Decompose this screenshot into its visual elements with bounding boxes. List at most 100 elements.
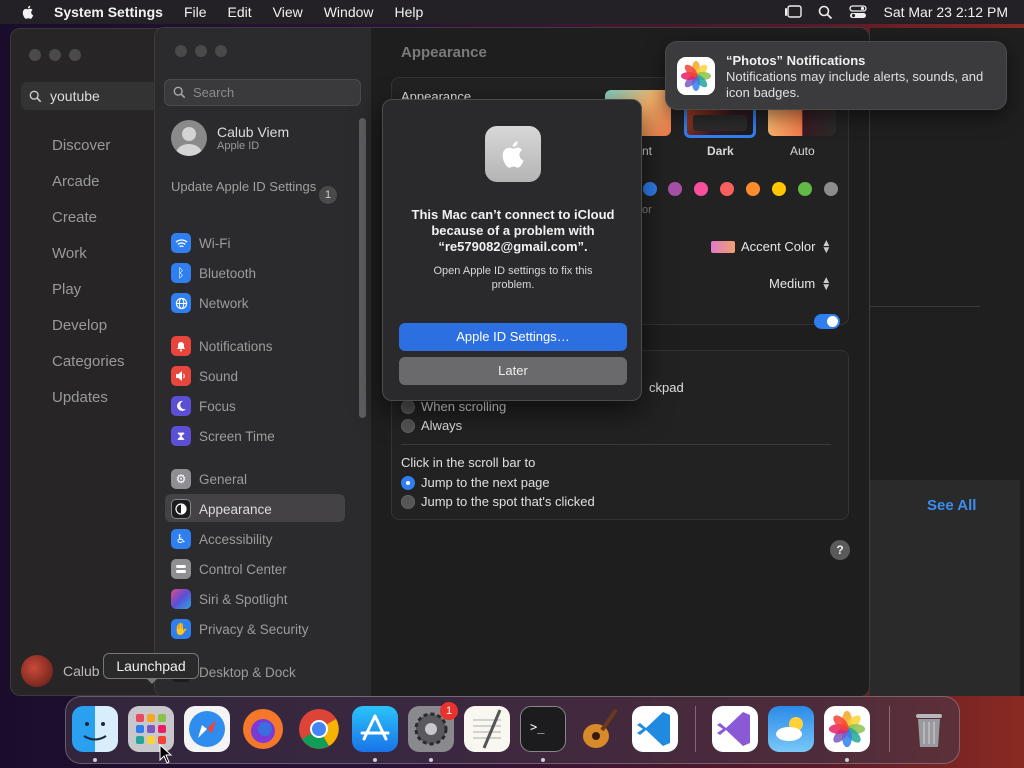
nav-work[interactable]: Work (52, 245, 87, 262)
photos-icon[interactable] (824, 706, 870, 752)
sidebar-item-privacy-security[interactable]: ✋ Privacy & Security (171, 617, 309, 641)
sidebar-scrollbar[interactable] (359, 118, 366, 418)
radio-button[interactable] (401, 494, 415, 509)
terminal-icon[interactable]: >_ (520, 706, 566, 752)
app-store-search-field[interactable]: youtube (21, 82, 161, 110)
nav-updates[interactable]: Updates (52, 389, 108, 406)
wallpaper-tinting-toggle[interactable] (814, 314, 840, 329)
sidebar-item-screen-time[interactable]: ⧗ Screen Time (171, 424, 275, 448)
update-apple-id-item[interactable]: Update Apple ID Settings (171, 179, 321, 195)
menu-edit[interactable]: Edit (228, 4, 252, 20)
accent-swatch-blue[interactable] (643, 182, 657, 196)
sidebar-item-network[interactable]: Network (171, 291, 249, 315)
notification-badge: 1 (440, 702, 458, 720)
menu-help[interactable]: Help (395, 4, 424, 20)
trash-icon[interactable] (906, 706, 952, 752)
sidebar-item-wifi[interactable]: Wi-Fi (171, 231, 230, 255)
visual-studio-icon[interactable] (712, 706, 758, 752)
menu-window[interactable]: Window (324, 4, 374, 20)
chevron-updown-icon: ▲ ▼ (821, 274, 832, 293)
sidebar-item-label: Notifications (199, 338, 273, 354)
chrome-icon[interactable] (296, 706, 342, 752)
finder-icon[interactable] (72, 706, 118, 752)
dark-mode-label: Dark (707, 144, 734, 158)
sidebar-item-notifications[interactable]: Notifications (171, 334, 273, 358)
sidebar-item-control-center[interactable]: Control Center (171, 557, 287, 581)
vscode-icon[interactable] (632, 706, 678, 752)
sidebar-item-general[interactable]: ⚙ General (171, 467, 247, 491)
accent-swatch-pink[interactable] (694, 182, 708, 196)
nav-create[interactable]: Create (52, 209, 97, 226)
weather-icon[interactable] (768, 706, 814, 752)
sidebar-item-label: Privacy & Security (199, 621, 309, 637)
sidebar-item-focus[interactable]: Focus (171, 394, 236, 418)
menu-file[interactable]: File (184, 4, 207, 20)
accent-swatch-yellow[interactable] (772, 182, 786, 196)
radio-button[interactable] (401, 399, 415, 414)
dock-separator (889, 706, 890, 752)
menu-app-name[interactable]: System Settings (54, 4, 163, 20)
dialog-message: Open Apple ID settings to fix this probl… (433, 265, 593, 291)
sidebar-item-appearance[interactable]: Appearance (171, 497, 272, 521)
sidebar-icon-size-select[interactable]: Medium ▲ ▼ (769, 274, 832, 293)
help-button[interactable]: ? (830, 540, 850, 560)
highlight-color-select[interactable]: Accent Color ▲ ▼ (711, 238, 831, 255)
account-button[interactable]: Calub (21, 655, 100, 687)
appearance-icon (171, 499, 191, 519)
siri-icon (171, 589, 191, 609)
nav-categories[interactable]: Categories (52, 353, 125, 370)
sidebar-item-sound[interactable]: Sound (171, 364, 238, 388)
accessibility-icon: ♿ (171, 529, 191, 549)
avatar (171, 120, 207, 156)
moon-icon (171, 396, 191, 416)
accent-swatch-orange[interactable] (746, 182, 760, 196)
settings-search-field[interactable]: Search (164, 79, 361, 106)
nav-develop[interactable]: Develop (52, 317, 107, 334)
accent-swatch-red[interactable] (720, 182, 734, 196)
color-preview-icon (711, 240, 735, 253)
sidebar-item-bluetooth[interactable]: ᛒ Bluetooth (171, 261, 256, 285)
running-indicator (845, 758, 849, 762)
spotlight-search-icon[interactable] (818, 5, 833, 20)
update-badge: 1 (319, 186, 337, 204)
nav-arcade[interactable]: Arcade (52, 173, 100, 190)
accent-swatch-purple[interactable] (668, 182, 682, 196)
window-controls[interactable] (175, 45, 227, 57)
search-placeholder: Search (193, 85, 235, 100)
search-icon (173, 86, 186, 99)
nav-discover[interactable]: Discover (52, 137, 110, 154)
textedit-icon[interactable] (464, 706, 510, 752)
click-option-next-page[interactable]: Jump to the next page (401, 475, 550, 490)
nav-play[interactable]: Play (52, 281, 81, 298)
stage-manager-icon[interactable] (784, 5, 803, 19)
firefox-icon[interactable] (240, 706, 286, 752)
accent-swatch-graphite[interactable] (824, 182, 838, 196)
sidebar-item-siri-spotlight[interactable]: Siri & Spotlight (171, 587, 288, 611)
later-button[interactable]: Later (399, 357, 627, 385)
accent-swatch-green[interactable] (798, 182, 812, 196)
profile-name: Calub Viem (217, 124, 290, 140)
click-option-spot-clicked[interactable]: Jump to the spot that's clicked (401, 494, 595, 509)
apple-id-profile[interactable]: Calub Viem Apple ID (171, 120, 289, 156)
safari-icon[interactable] (184, 706, 230, 752)
scroll-option-always[interactable]: Always (401, 418, 462, 433)
sidebar-item-label: Accessibility (199, 531, 273, 547)
running-indicator (93, 758, 97, 762)
radio-button-selected[interactable] (401, 475, 415, 490)
scroll-option-when-scrolling[interactable]: When scrolling (401, 399, 506, 414)
photos-notification-banner[interactable]: “Photos” Notifications Notifications may… (665, 41, 1007, 110)
control-center-icon[interactable] (849, 5, 868, 19)
apple-logo-icon (485, 126, 541, 182)
see-all-link[interactable]: See All (927, 497, 976, 514)
window-controls[interactable] (29, 49, 81, 61)
globe-icon (171, 293, 191, 313)
profile-subtitle: Apple ID (217, 140, 260, 152)
apple-id-settings-button[interactable]: Apple ID Settings… (399, 323, 627, 351)
radio-button[interactable] (401, 418, 415, 433)
garageband-icon[interactable] (576, 706, 622, 752)
menu-clock[interactable]: Sat Mar 23 2:12 PM (883, 4, 1008, 20)
menu-view[interactable]: View (273, 4, 303, 20)
sidebar-item-accessibility[interactable]: ♿ Accessibility (171, 527, 273, 551)
app-store-icon[interactable] (352, 706, 398, 752)
apple-logo-icon[interactable] (20, 4, 36, 20)
